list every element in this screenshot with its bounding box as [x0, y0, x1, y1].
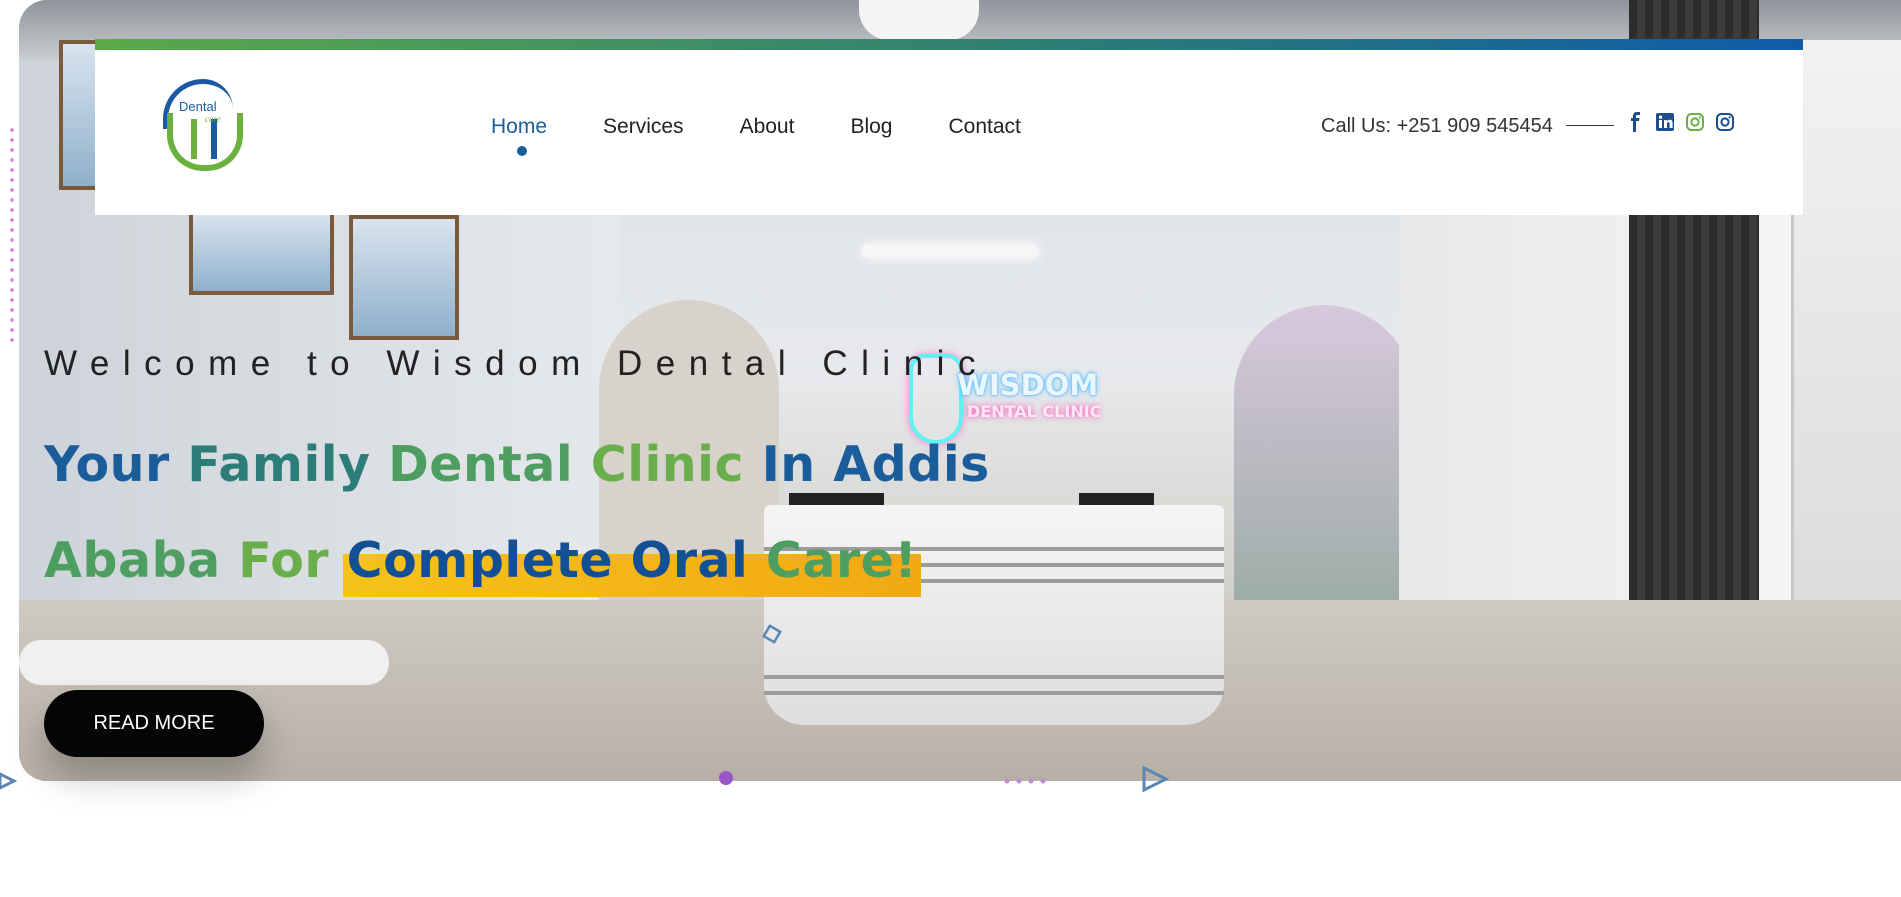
triangle-outline-icon: [0, 772, 18, 790]
logo-subtext: care: [205, 114, 221, 124]
hero-headline-line-2: Ababa For Complete Oral Care!: [44, 532, 917, 589]
site-header: Dental care Home Services About Blog Con…: [95, 39, 1803, 215]
pendant-lamp: [861, 244, 1039, 258]
decorative-dots: [9, 125, 15, 345]
nav-home[interactable]: Home: [491, 115, 548, 156]
headline-word: Clinic: [590, 436, 745, 493]
nav-contact[interactable]: Contact: [948, 115, 1020, 139]
read-more-button[interactable]: READ MORE: [44, 690, 264, 757]
nav-label: Home: [491, 115, 548, 138]
headline-word: Care!: [765, 532, 918, 589]
divider-line: [1566, 125, 1614, 126]
headline-word: Dental: [388, 436, 574, 493]
hero-headline-line-1: Your Family Dental Clinic In Addis: [44, 436, 990, 493]
nav-label: Contact: [948, 115, 1021, 138]
logo-w-inner: [191, 119, 217, 159]
sign-subtitle: DENTAL CLINIC: [967, 402, 1102, 421]
instagram-icon[interactable]: [1715, 112, 1735, 132]
triangle-outline-icon: [1142, 765, 1170, 793]
hero-welcome: Welcome to Wisdom Dental Clinic: [44, 344, 989, 383]
ceiling-light: [859, 0, 979, 40]
headline-word: Family: [187, 436, 371, 493]
wall-frame: [349, 215, 459, 340]
hero-arch: [1234, 305, 1414, 645]
social-links: [1625, 112, 1735, 132]
nav-label: About: [739, 115, 795, 138]
call-us-text[interactable]: Call Us: +251 909 545454: [1321, 115, 1553, 138]
facebook-icon[interactable]: [1625, 112, 1645, 132]
instagram-icon[interactable]: [1685, 112, 1705, 132]
nav-services[interactable]: Services: [603, 115, 684, 139]
main-nav: Home Services About Blog Contact: [491, 115, 1077, 156]
headline-word: In Addis: [761, 436, 990, 493]
headline-word: For: [238, 532, 330, 589]
nav-about[interactable]: About: [740, 115, 795, 139]
header-gradient-bar: [95, 39, 1803, 50]
headline-word: Ababa: [44, 532, 221, 589]
waiting-sofa: [19, 640, 389, 685]
linkedin-icon[interactable]: [1655, 112, 1675, 132]
logo-text: Dental: [179, 99, 217, 114]
headline-highlight: Complete Oral Care!: [347, 532, 918, 589]
headline-word: Complete Oral: [346, 532, 749, 589]
nav-label: Services: [603, 115, 684, 138]
hero-shelf: [1791, 40, 1901, 600]
dotted-line-icon: [1004, 778, 1046, 784]
site-logo[interactable]: Dental care: [161, 79, 249, 179]
wall-frame: [189, 210, 334, 295]
diamond-outline-icon: [762, 624, 782, 644]
headline-word: Your: [44, 436, 170, 493]
dot-icon: [719, 771, 733, 785]
nav-blog[interactable]: Blog: [850, 115, 892, 139]
active-indicator-dot: [517, 146, 528, 156]
nav-label: Blog: [850, 115, 893, 138]
